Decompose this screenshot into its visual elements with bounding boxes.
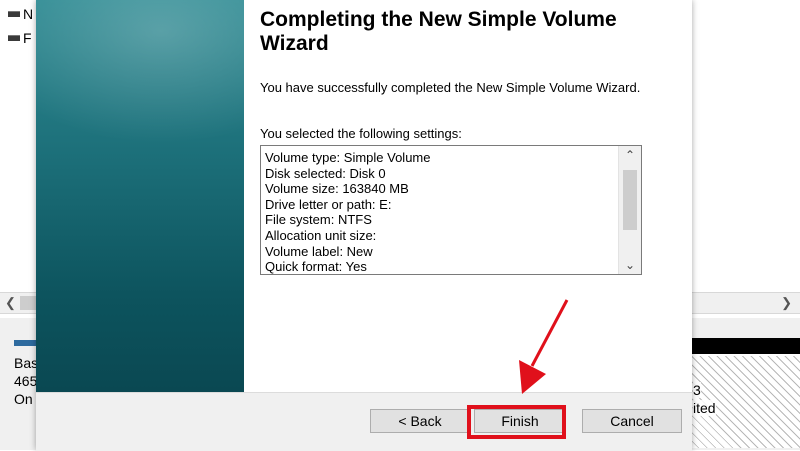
disk-size: 465 <box>14 373 38 389</box>
setting-volume-label: Volume label: New <box>265 243 373 259</box>
settings-scrollbar[interactable]: ⌃ ⌄ <box>618 146 641 274</box>
wizard-side-banner <box>36 0 244 392</box>
wizard-title: Completing the New Simple Volume Wizard <box>260 8 617 55</box>
settings-heading: You selected the following settings: <box>260 126 462 141</box>
drive-icon <box>8 11 20 17</box>
setting-volume-type: Volume type: Simple Volume <box>265 150 431 165</box>
disk-icon <box>14 340 36 346</box>
setting-file-system: File system: NTFS <box>265 212 372 228</box>
scroll-right-icon[interactable]: ❯ <box>781 295 792 311</box>
wizard-content: Completing the New Simple Volume Wizard … <box>244 0 692 392</box>
scroll-left-icon[interactable]: ❮ <box>5 295 16 311</box>
partition-size-fragment: 3 <box>693 382 701 398</box>
settings-list: Volume type: Simple Volume Disk selected… <box>265 150 431 275</box>
disk-status: On <box>14 391 33 407</box>
volume-label: F <box>23 30 32 46</box>
volume-list-item[interactable]: F <box>8 30 32 46</box>
new-simple-volume-wizard: Completing the New Simple Volume Wizard … <box>36 0 692 451</box>
back-button[interactable]: < Back <box>370 409 470 433</box>
cancel-button[interactable]: Cancel <box>582 409 682 433</box>
scroll-up-icon[interactable]: ⌃ <box>619 146 641 164</box>
volume-label: N <box>23 6 34 22</box>
disk-info: Bas 465 On <box>14 340 38 408</box>
partition-status-fragment: ited <box>693 400 716 416</box>
setting-quick-format: Quick format: Yes <box>265 259 367 275</box>
setting-drive-letter: Drive letter or path: E: <box>265 196 392 212</box>
setting-allocation-unit: Allocation unit size: <box>265 227 377 243</box>
disk-type: Bas <box>14 355 39 371</box>
unallocated-partition[interactable]: 3 ited <box>690 338 800 448</box>
scroll-down-icon[interactable]: ⌄ <box>619 256 641 274</box>
setting-volume-size: Volume size: 163840 MB <box>265 181 409 197</box>
settings-summary-box[interactable]: Volume type: Simple Volume Disk selected… <box>260 145 642 275</box>
wizard-button-bar: < Back Finish Cancel <box>36 392 692 451</box>
wizard-description: You have successfully completed the New … <box>260 80 641 95</box>
volume-list-item[interactable]: N <box>8 6 33 22</box>
scrollbar-thumb[interactable] <box>623 170 637 230</box>
finish-highlight-box <box>467 405 566 439</box>
setting-disk-selected: Disk selected: Disk 0 <box>265 165 386 181</box>
drive-icon <box>8 35 20 41</box>
partition-header <box>691 338 800 354</box>
